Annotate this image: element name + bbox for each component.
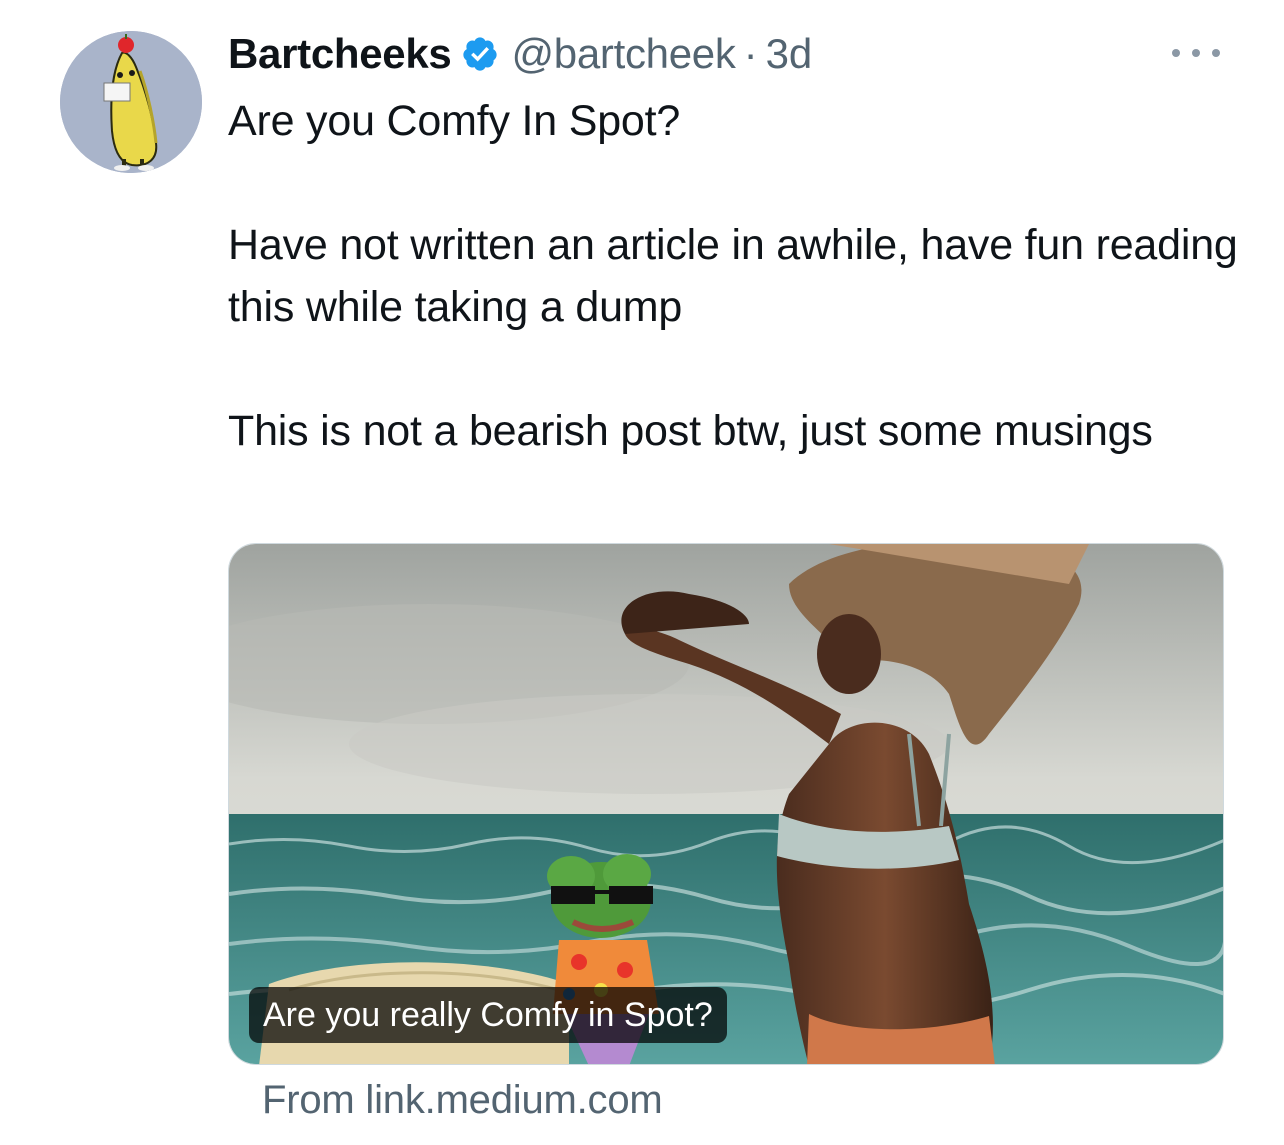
card-title: Are you really Comfy in Spot? — [249, 987, 727, 1043]
banana-avatar-image — [60, 31, 202, 173]
more-dot — [1212, 49, 1220, 57]
more-dot — [1172, 49, 1180, 57]
author-handle[interactable]: @bartcheek — [511, 30, 735, 78]
link-preview-card[interactable]: Are you really Comfy in Spot? — [228, 543, 1224, 1065]
more-horizontal-icon[interactable] — [1172, 38, 1220, 68]
more-dot — [1192, 49, 1200, 57]
tweet-line: This is not a bearish post btw, just som… — [228, 407, 1153, 455]
separator-dot: · — [743, 30, 758, 77]
tweet-text: Are you Comfy In Spot? Have not written … — [228, 90, 1238, 462]
card-source-link[interactable]: From link.medium.com — [262, 1078, 663, 1123]
tweet-header: Bartcheeks @bartcheek · 3d — [228, 28, 812, 80]
author-name[interactable]: Bartcheeks — [228, 30, 452, 78]
tweet-line: Are you Comfy In Spot? — [228, 97, 681, 145]
avatar[interactable] — [60, 31, 202, 173]
tweet[interactable]: Bartcheeks @bartcheek · 3d Are you Comfy… — [0, 0, 1284, 1145]
tweet-timestamp[interactable]: 3d — [766, 30, 813, 78]
tweet-line: Have not written an article in awhile, h… — [228, 221, 1238, 331]
verified-badge-icon — [461, 35, 499, 73]
